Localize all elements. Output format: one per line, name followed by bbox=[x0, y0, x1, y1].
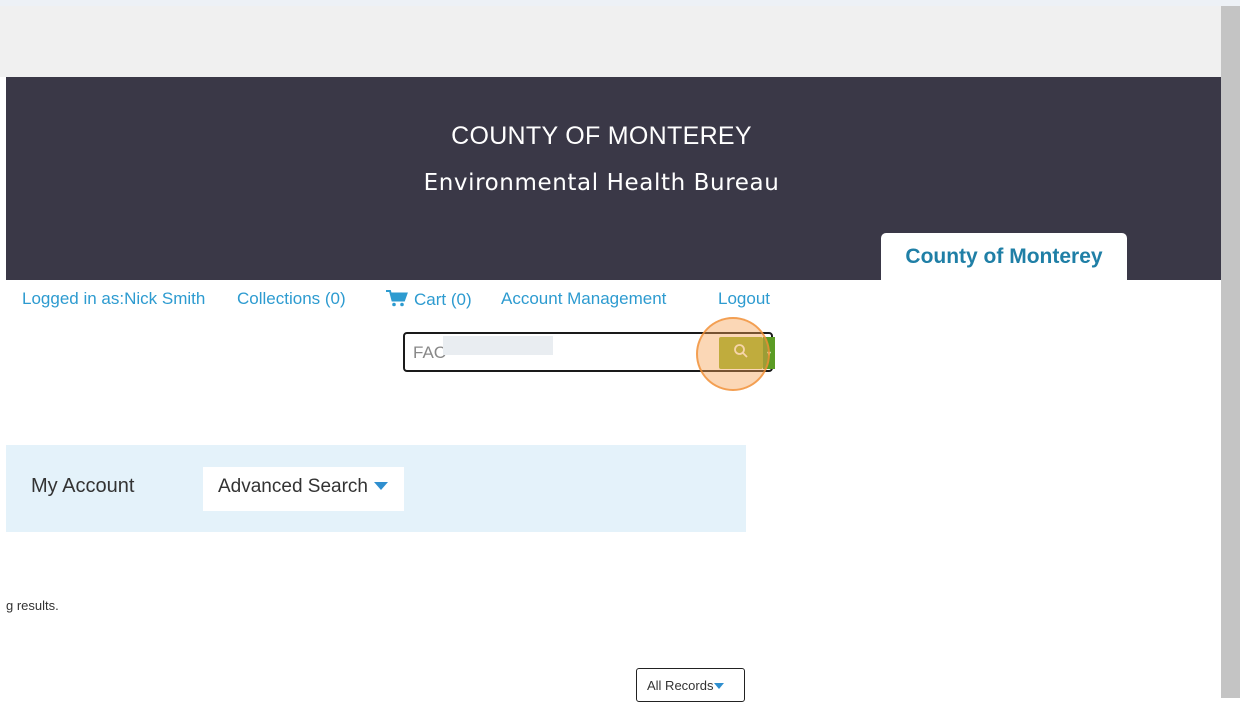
records-filter-dropdown[interactable]: All Records bbox=[636, 668, 745, 702]
logout-link[interactable]: Logout bbox=[718, 289, 770, 309]
search-icon bbox=[733, 343, 749, 364]
caret-down-icon bbox=[714, 683, 725, 689]
tab-county-of-monterey[interactable]: County of Monterey bbox=[881, 233, 1127, 280]
nav-my-account[interactable]: My Account bbox=[31, 475, 134, 498]
main-nav-bar: My Account Advanced Search bbox=[6, 445, 746, 532]
search-button[interactable] bbox=[719, 337, 763, 369]
browser-top-area bbox=[0, 6, 1221, 77]
collections-link[interactable]: Collections (0) bbox=[237, 289, 346, 309]
nav-advanced-search[interactable]: Advanced Search bbox=[203, 467, 404, 511]
cart-link[interactable]: Cart (0) bbox=[385, 289, 472, 312]
cart-icon bbox=[385, 289, 409, 312]
redacted-text-overlay bbox=[443, 336, 553, 355]
results-message: g results. bbox=[6, 598, 59, 613]
agency-name: COUNTY OF MONTEREY bbox=[451, 122, 752, 150]
caret-down-icon bbox=[374, 482, 388, 490]
records-filter-label: All Records bbox=[647, 678, 714, 693]
agency-department: Environmental Health Bureau bbox=[423, 170, 780, 196]
account-management-link[interactable]: Account Management bbox=[501, 289, 666, 309]
chevron-down-icon: ▾ bbox=[766, 348, 771, 358]
search-options-dropdown[interactable]: ▾ bbox=[763, 337, 775, 369]
cart-label: Cart (0) bbox=[414, 290, 472, 309]
vertical-scrollbar[interactable] bbox=[1221, 6, 1240, 698]
nav-advanced-search-label: Advanced Search bbox=[218, 476, 368, 497]
logged-in-user-link[interactable]: Logged in as:Nick Smith bbox=[22, 289, 205, 309]
